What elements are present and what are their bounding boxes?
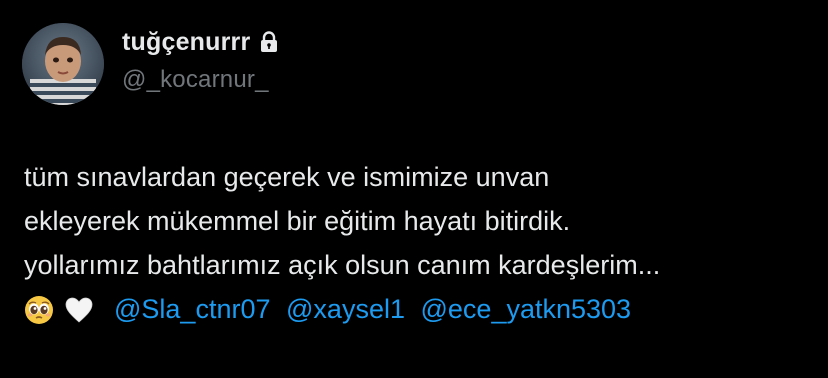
mention-link[interactable]: @ece_yatkn5303 [421, 294, 632, 324]
author-name-row: tuğçenurrr [122, 27, 279, 57]
lock-icon [259, 31, 279, 53]
mention-link[interactable]: @Sla_ctnr07 [114, 294, 271, 324]
white-heart-emoji-icon [64, 294, 94, 324]
tweet-card: tuğçenurrr @_kocarnur_ tüm sınavlardan g… [0, 0, 828, 378]
avatar-photo-icon [22, 23, 104, 105]
mention-link[interactable]: @xaysel1 [286, 294, 405, 324]
author-handle[interactable]: @_kocarnur_ [122, 66, 269, 94]
tweet-text-line: ekleyerek mükemmel bir eğitim hayatı bit… [24, 206, 571, 236]
tweet-text: tüm sınavlardan geçerek ve ismimize unva… [24, 155, 814, 331]
mentions: @Sla_ctnr07 @xaysel1 @ece_yatkn5303 [114, 287, 631, 331]
pleading-face-emoji-icon [24, 294, 54, 324]
emoji-mentions-row: @Sla_ctnr07 @xaysel1 @ece_yatkn5303 [24, 287, 814, 331]
avatar[interactable] [22, 23, 104, 105]
tweet-text-line: yollarımız bahtlarımız açık olsun canım … [24, 250, 661, 280]
display-name[interactable]: tuğçenurrr [122, 28, 250, 57]
tweet-text-line: tüm sınavlardan geçerek ve ismimize unva… [24, 162, 550, 192]
